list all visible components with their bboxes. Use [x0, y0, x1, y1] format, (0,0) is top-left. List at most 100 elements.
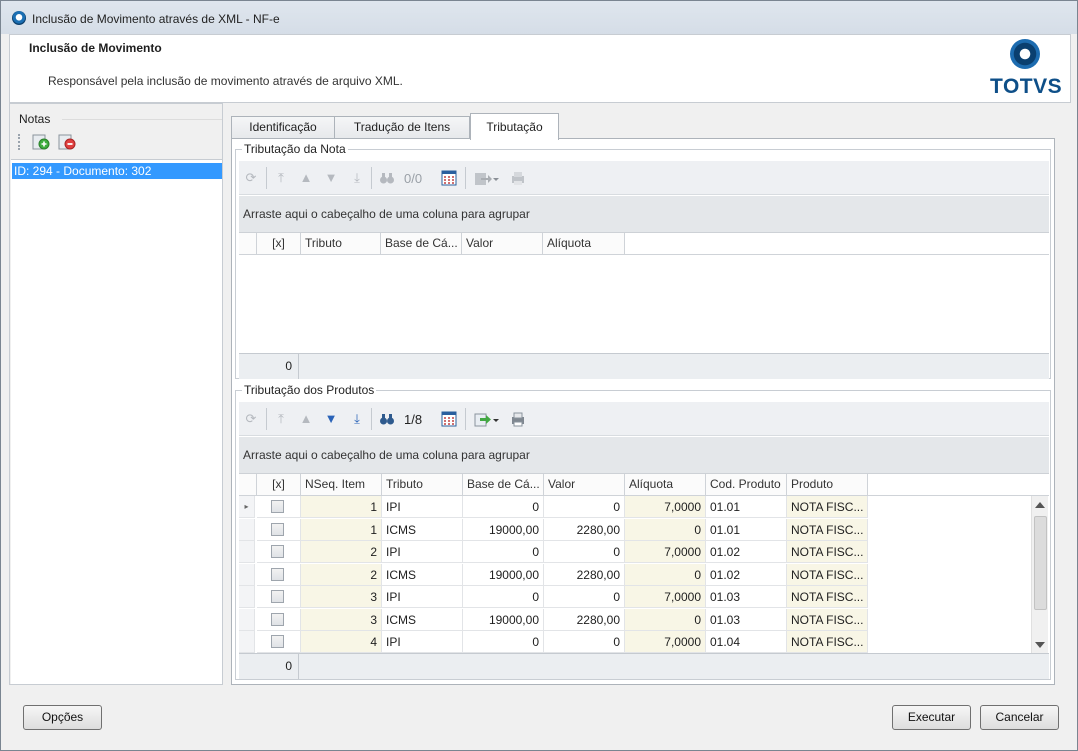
last-record-icon[interactable]: ⤓ [349, 170, 365, 186]
cell-valor[interactable]: 0 [544, 496, 625, 518]
cell-tributo[interactable]: IPI [382, 631, 463, 653]
cell-produto[interactable]: NOTA FISC... [787, 631, 868, 653]
refresh-icon[interactable]: ⟳ [243, 411, 259, 427]
column-header-select[interactable]: [x] [257, 233, 301, 254]
export-dropdown[interactable] [474, 411, 500, 427]
row-indicator[interactable] [239, 631, 255, 653]
column-header-select[interactable]: [x] [257, 474, 301, 495]
next-record-icon[interactable]: ▼ [323, 170, 339, 186]
row-indicator[interactable] [239, 608, 255, 631]
group-by-area[interactable]: Arraste aqui o cabeçalho de uma coluna p… [239, 196, 1049, 233]
cell-base[interactable]: 0 [463, 496, 544, 518]
scroll-thumb[interactable] [1034, 516, 1047, 610]
row-checkbox[interactable] [271, 635, 284, 648]
list-item[interactable]: ID: 294 - Documento: 302 [12, 163, 222, 179]
cell-produto[interactable]: NOTA FISC... [787, 541, 868, 563]
column-header-base[interactable]: Base de Cá... [381, 233, 462, 254]
refresh-icon[interactable]: ⟳ [243, 170, 259, 186]
binoculars-icon[interactable] [379, 411, 395, 427]
cell-aliquota[interactable]: 7,0000 [625, 586, 706, 608]
column-header-tributo[interactable]: Tributo [301, 233, 381, 254]
cell-tributo[interactable]: ICMS [382, 563, 463, 586]
print-icon[interactable] [510, 170, 526, 186]
vertical-scrollbar[interactable] [1031, 496, 1048, 653]
remove-nota-button[interactable] [58, 133, 76, 151]
row-checkbox[interactable] [271, 545, 284, 558]
cell-tributo[interactable]: ICMS [382, 608, 463, 631]
column-header-produto[interactable]: Produto [787, 474, 868, 495]
next-record-icon[interactable]: ▼ [323, 411, 339, 427]
row-checkbox[interactable] [271, 567, 284, 581]
first-record-icon[interactable]: ⤒ [273, 170, 289, 186]
first-record-icon[interactable]: ⤒ [273, 411, 289, 427]
column-header-nseq-item[interactable]: NSeq. Item [301, 474, 382, 495]
cell-nseq-item[interactable]: 4 [301, 631, 382, 653]
row-indicator[interactable] [239, 563, 255, 586]
cancelar-button[interactable]: Cancelar [980, 705, 1059, 730]
cell-tributo[interactable]: IPI [382, 586, 463, 608]
cell-base[interactable]: 0 [463, 586, 544, 608]
cell-aliquota[interactable]: 0 [625, 563, 706, 586]
cell-tributo[interactable]: ICMS [382, 518, 463, 541]
cell-cod-produto[interactable]: 01.01 [706, 518, 787, 541]
row-checkbox[interactable] [271, 500, 284, 513]
previous-record-icon[interactable]: ▲ [298, 170, 314, 186]
row-indicator[interactable]: ▸ [239, 496, 255, 518]
column-header-aliquota[interactable]: Alíquota [543, 233, 625, 254]
last-record-icon[interactable]: ⤓ [349, 411, 365, 427]
column-header-valor[interactable]: Valor [544, 474, 625, 495]
produtos-grid-body[interactable]: 4 IPI 0 0 7,0000 01.04 NOTA FISC... 3 ICMS 19000,… [239, 496, 1049, 653]
table-row[interactable]: 2 ICMS 19000,00 2280,00 0 01.02 NOTA FISC... [239, 563, 1029, 586]
table-row[interactable]: 2 IPI 0 0 7,0000 01.02 NOTA FISC... [239, 541, 1029, 563]
table-row[interactable]: 3 IPI 0 0 7,0000 01.03 NOTA FISC... [239, 586, 1029, 608]
cell-base[interactable]: 19000,00 [463, 518, 544, 541]
cell-produto[interactable]: NOTA FISC... [787, 608, 868, 631]
column-header-aliquota[interactable]: Alíquota [625, 474, 706, 495]
cell-cod-produto[interactable]: 01.03 [706, 608, 787, 631]
tab-traducao-itens[interactable]: Tradução de Itens [334, 116, 470, 139]
row-checkbox[interactable] [271, 612, 284, 626]
table-row[interactable]: 1 ICMS 19000,00 2280,00 0 01.01 NOTA FISC... [239, 518, 1029, 541]
previous-record-icon[interactable]: ▲ [298, 411, 314, 427]
column-header-tributo[interactable]: Tributo [382, 474, 463, 495]
toolbar-grip[interactable] [18, 134, 20, 150]
group-by-area[interactable]: Arraste aqui o cabeçalho de uma coluna p… [239, 437, 1049, 474]
row-indicator[interactable] [239, 586, 255, 608]
notas-list[interactable]: ID: 294 - Documento: 302 [11, 159, 222, 684]
table-row[interactable]: 4 IPI 0 0 7,0000 01.04 NOTA FISC... [239, 631, 1029, 653]
cell-tributo[interactable]: IPI [382, 496, 463, 518]
cell-produto[interactable]: NOTA FISC... [787, 563, 868, 586]
executar-button[interactable]: Executar [892, 705, 971, 730]
cell-nseq-item[interactable]: 1 [301, 518, 382, 541]
cell-valor[interactable]: 2280,00 [544, 608, 625, 631]
cell-base[interactable]: 19000,00 [463, 563, 544, 586]
cell-nseq-item[interactable]: 3 [301, 608, 382, 631]
row-indicator[interactable] [239, 518, 255, 541]
cell-nseq-item[interactable]: 2 [301, 541, 382, 563]
cell-cod-produto[interactable]: 01.02 [706, 563, 787, 586]
cell-aliquota[interactable]: 7,0000 [625, 496, 706, 518]
table-row[interactable]: 3 ICMS 19000,00 2280,00 0 01.03 NOTA FISC... [239, 608, 1029, 631]
column-header-base[interactable]: Base de Cá... [463, 474, 544, 495]
cell-cod-produto[interactable]: 01.02 [706, 541, 787, 563]
cell-valor[interactable]: 0 [544, 541, 625, 563]
column-header-cod-produto[interactable]: Cod. Produto [706, 474, 787, 495]
cell-cod-produto[interactable]: 01.04 [706, 631, 787, 653]
export-dropdown[interactable] [474, 170, 500, 186]
cell-base[interactable]: 0 [463, 631, 544, 653]
cell-valor[interactable]: 0 [544, 631, 625, 653]
nota-grid-body[interactable] [239, 255, 1049, 353]
grid-settings-button[interactable] [441, 170, 457, 186]
binoculars-icon[interactable] [379, 170, 395, 186]
cell-produto[interactable]: NOTA FISC... [787, 496, 868, 518]
cell-base[interactable]: 19000,00 [463, 608, 544, 631]
cell-aliquota[interactable]: 7,0000 [625, 631, 706, 653]
cell-valor[interactable]: 0 [544, 586, 625, 608]
scroll-down-icon[interactable] [1035, 642, 1045, 648]
cell-cod-produto[interactable]: 01.01 [706, 496, 787, 518]
cell-valor[interactable]: 2280,00 [544, 518, 625, 541]
cell-nseq-item[interactable]: 3 [301, 586, 382, 608]
row-checkbox[interactable] [271, 590, 284, 603]
cell-nseq-item[interactable]: 1 [301, 496, 382, 518]
cell-cod-produto[interactable]: 01.03 [706, 586, 787, 608]
